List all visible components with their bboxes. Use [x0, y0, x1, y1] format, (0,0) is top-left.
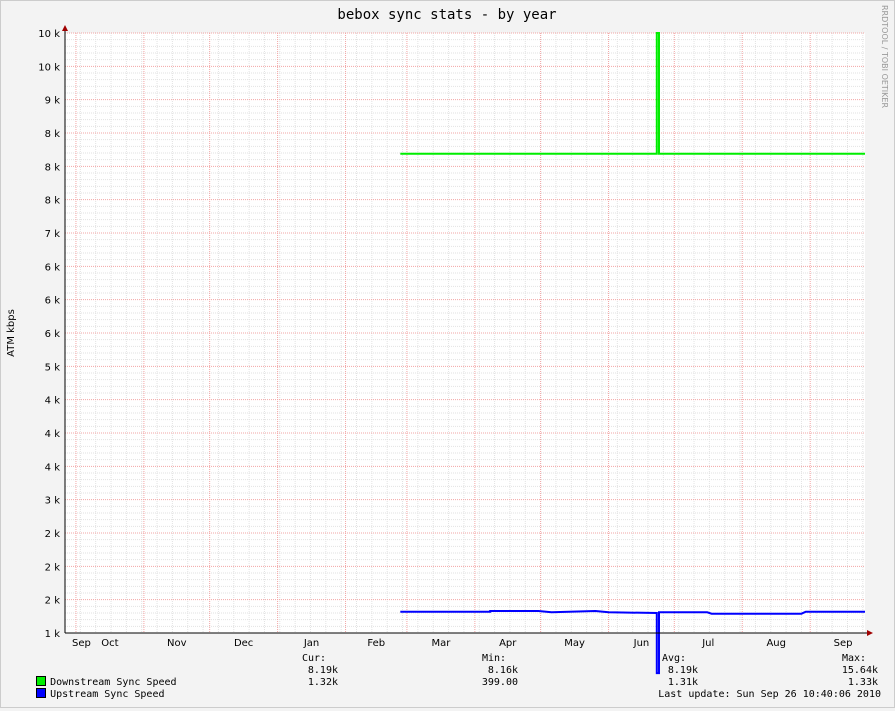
downstream-avg: 8.19k	[667, 665, 698, 676]
x-tick-label: Jan	[303, 638, 319, 649]
x-tick-label: Oct	[101, 638, 118, 649]
downstream-max: 15.64k	[841, 665, 878, 676]
upstream-cur: 1.32k	[307, 677, 338, 688]
x-tick-label: Sep	[834, 638, 853, 649]
x-tick-label: Apr	[499, 638, 517, 649]
y-tick-label: 10 k	[38, 29, 60, 40]
legend-header-cur: Cur:	[302, 653, 327, 664]
x-tick-label: Feb	[367, 638, 385, 649]
y-tick-label: 4 k	[45, 396, 61, 407]
rrd-graph: 1 k 2 k 2 k 2 k 3 k 4 k 4 k 4 k 5 k 6 k 6 k 6 k 7 k 8…	[0, 0, 895, 708]
legend-header-min: Min:	[482, 653, 507, 664]
y-tick-label: 8 k	[45, 196, 61, 207]
legend-header-max: Max:	[842, 653, 867, 664]
y-axis-label: ATM kbps	[6, 309, 17, 357]
x-tick-label: Nov	[167, 638, 187, 649]
y-tick-label: 8 k	[45, 129, 61, 140]
last-update: Last update: Sun Sep 26 10:40:06 2010	[658, 689, 881, 700]
x-tick-label: Mar	[431, 638, 451, 649]
y-tick-label: 1 k	[45, 629, 61, 640]
y-tick-label: 9 k	[45, 96, 61, 107]
x-tick-label: Jun	[633, 638, 650, 649]
y-tick-label: 6 k	[45, 262, 61, 273]
rrdtool-watermark: RRDTOOL / TOBI OETIKER	[880, 5, 889, 108]
y-tick-label: 3 k	[45, 496, 61, 507]
downstream-cur: 8.19k	[307, 665, 338, 676]
legend-label: Upstream Sync Speed	[50, 689, 165, 700]
y-tick-label: 6 k	[45, 329, 61, 340]
upstream-max: 1.33k	[847, 677, 878, 688]
x-tick-label: Jul	[701, 638, 714, 649]
y-tick-label: 7 k	[45, 229, 61, 240]
y-tick-label: 2 k	[45, 562, 61, 573]
chart-title: bebox sync stats - by year	[337, 7, 556, 23]
x-tick-label: Aug	[766, 638, 786, 649]
y-tick-label: 2 k	[45, 596, 61, 607]
x-tick-label: Dec	[234, 638, 253, 649]
downstream-min: 8.16k	[487, 665, 518, 676]
upstream-color-swatch	[36, 688, 47, 698]
x-tick-label: May	[564, 638, 585, 649]
y-tick-label: 10 k	[38, 62, 60, 73]
upstream-min: 399.00	[481, 677, 518, 688]
upstream-avg: 1.31k	[667, 677, 698, 688]
y-tick-label: 6 k	[45, 296, 61, 307]
y-tick-label: 4 k	[45, 462, 61, 473]
x-tick-label: Sep	[72, 638, 91, 649]
y-tick-label: 4 k	[45, 429, 61, 440]
chart-canvas: 1 k 2 k 2 k 2 k 3 k 4 k 4 k 4 k 5 k 6 k 6 k 6 k 7 k 8…	[0, 0, 895, 708]
legend-item-upstream: Upstream Sync Speed	[12, 677, 164, 711]
y-tick-label: 2 k	[45, 529, 61, 540]
y-tick-label: 5 k	[45, 362, 61, 373]
y-tick-label: 8 k	[45, 162, 61, 173]
legend-header-avg: Avg:	[662, 653, 687, 664]
